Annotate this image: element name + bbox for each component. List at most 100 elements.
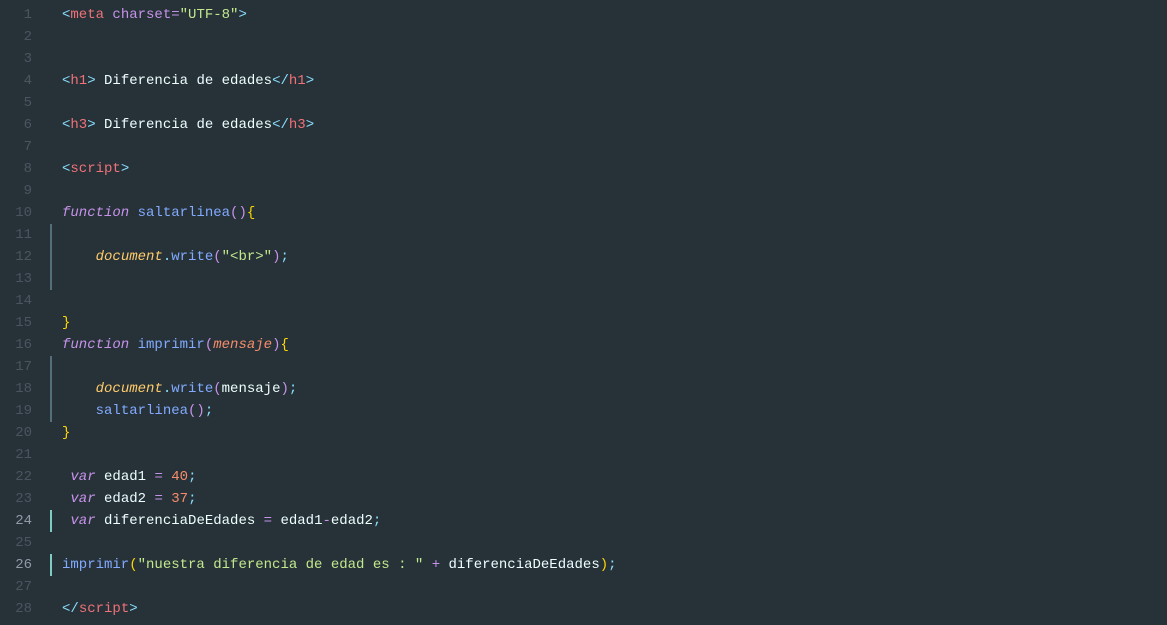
token-op: = [154,469,162,485]
line-number: 16 [0,334,50,356]
token-plain [129,205,137,221]
line-number: 3 [0,48,50,70]
token-plain [62,381,96,397]
line-number: 14 [0,290,50,312]
code-line[interactable]: var diferenciaDeEdades = edad1-edad2; [50,510,1167,532]
token-punct: . [163,381,171,397]
code-line[interactable]: function saltarlinea(){ [50,202,1167,224]
code-line[interactable]: <script> [50,158,1167,180]
code-line[interactable] [50,26,1167,48]
token-string: "nuestra diferencia de edad es : " [138,557,424,573]
code-line[interactable]: <h3> Diferencia de edades</h3> [50,114,1167,136]
token-plain [129,337,137,353]
code-line[interactable]: saltarlinea(); [50,400,1167,422]
line-number: 17 [0,356,50,378]
token-keyword: var [70,513,95,529]
line-number: 23 [0,488,50,510]
token-method: saltarlinea [96,403,188,419]
token-punct: ; [188,469,196,485]
line-number: 13 [0,268,50,290]
token-plain: edad2 [96,491,155,507]
code-line[interactable]: var edad1 = 40; [50,466,1167,488]
token-plain: edad2 [331,513,373,529]
token-tag-name: h3 [289,117,306,133]
code-line[interactable]: imprimir("nuestra diferencia de edad es … [50,554,1167,576]
token-method: write [171,249,213,265]
code-line[interactable] [50,356,1167,378]
token-paren-p: () [188,403,205,419]
token-punct: </ [272,73,289,89]
code-line[interactable] [50,532,1167,554]
line-number: 15 [0,312,50,334]
line-number: 11 [0,224,50,246]
token-plain: edad1 [96,469,155,485]
code-line[interactable]: document.write("<br>"); [50,246,1167,268]
code-line[interactable]: function imprimir(mensaje){ [50,334,1167,356]
code-line[interactable] [50,48,1167,70]
line-number: 26 [0,554,50,576]
token-tag-name: h1 [70,73,87,89]
code-line[interactable]: document.write(mensaje); [50,378,1167,400]
line-number: 8 [0,158,50,180]
token-plain [423,557,431,573]
code-line[interactable] [50,224,1167,246]
line-number: 10 [0,202,50,224]
token-tag-name: meta [70,7,104,23]
token-op: = [154,491,162,507]
token-number: 37 [171,491,188,507]
line-number: 5 [0,92,50,114]
token-punct: ; [608,557,616,573]
token-plain: edad1 [272,513,322,529]
code-editor[interactable]: <meta charset="UTF-8"><h1> Diferencia de… [50,0,1167,625]
token-punct: </ [272,117,289,133]
token-obj: document [96,249,163,265]
line-number: 9 [0,180,50,202]
token-plain: Diferencia de edades [96,73,272,89]
line-number: 4 [0,70,50,92]
token-plain [163,491,171,507]
token-param: mensaje [213,337,272,353]
token-paren-p: () [230,205,247,221]
token-tag-name: script [70,161,120,177]
line-number: 12 [0,246,50,268]
code-line[interactable]: } [50,422,1167,444]
code-line[interactable] [50,444,1167,466]
code-line[interactable]: <meta charset="UTF-8"> [50,4,1167,26]
token-paren-p: ( [213,249,221,265]
code-line[interactable] [50,576,1167,598]
line-number: 1 [0,4,50,26]
line-number: 21 [0,444,50,466]
code-line[interactable]: } [50,312,1167,334]
code-line[interactable] [50,268,1167,290]
code-line[interactable] [50,92,1167,114]
token-punct: </ [62,601,79,617]
token-keyword: var [70,491,95,507]
token-punct: ; [188,491,196,507]
token-keyword: var [70,469,95,485]
token-op: - [322,513,330,529]
token-paren-p: ) [280,381,288,397]
line-number: 27 [0,576,50,598]
line-number: 20 [0,422,50,444]
line-number: 2 [0,26,50,48]
token-brace: { [247,205,255,221]
token-string: "UTF-8" [180,7,239,23]
token-op: = [264,513,272,529]
code-line[interactable] [50,136,1167,158]
token-op: + [432,557,440,573]
line-number: 7 [0,136,50,158]
token-punct: ; [280,249,288,265]
code-line[interactable]: var edad2 = 37; [50,488,1167,510]
token-paren-p: ( [205,337,213,353]
token-func-name: imprimir [138,337,205,353]
token-brace: ( [129,557,137,573]
token-punct: ; [373,513,381,529]
code-line[interactable] [50,290,1167,312]
token-tag-name: script [79,601,129,617]
code-line[interactable]: </script> [50,598,1167,620]
line-number: 25 [0,532,50,554]
code-line[interactable]: <h1> Diferencia de edades</h1> [50,70,1167,92]
token-punct: > [87,117,95,133]
code-line[interactable] [50,180,1167,202]
line-number: 18 [0,378,50,400]
